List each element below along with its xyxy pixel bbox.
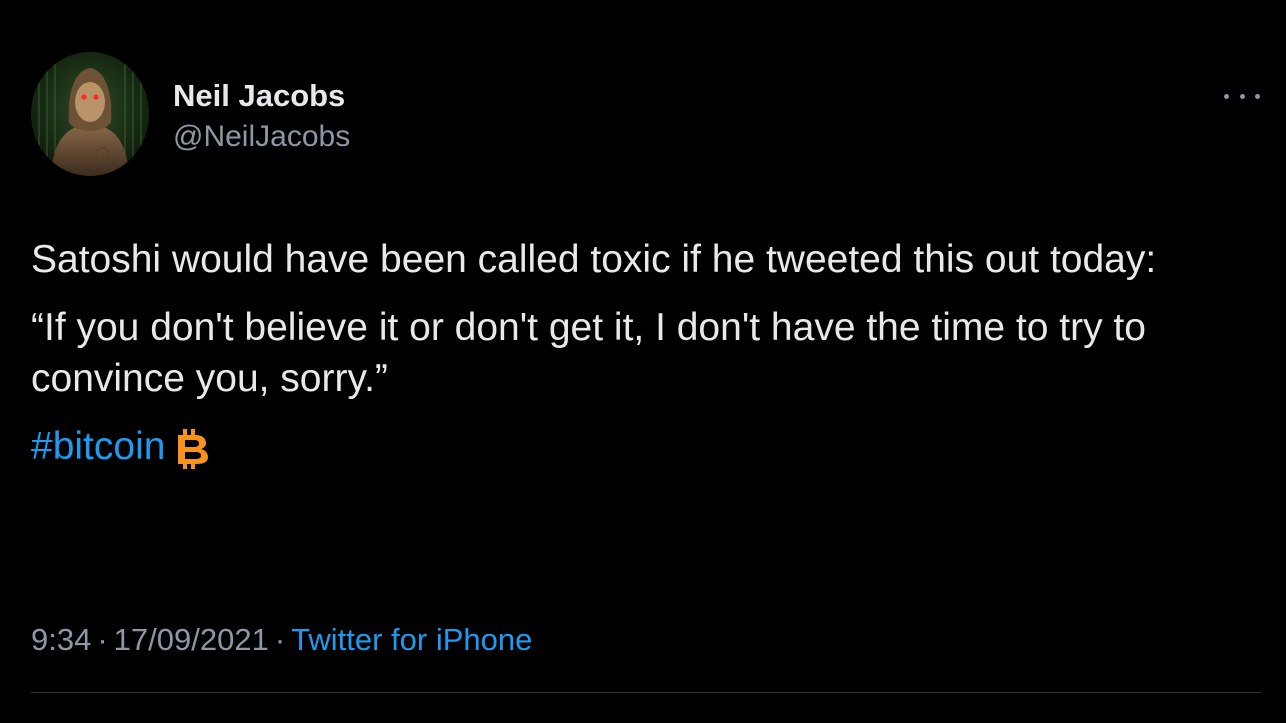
more-dot xyxy=(1224,93,1229,99)
user-handle[interactable]: @NeilJacobs xyxy=(173,120,350,154)
bitcoin-icon xyxy=(175,427,209,471)
more-dot xyxy=(1255,93,1260,99)
hashtag-link[interactable]: #bitcoin xyxy=(31,421,165,472)
tweet-metadata: 9:34 · 17/09/2021 · Twitter for iPhone xyxy=(31,622,532,658)
meta-separator: · xyxy=(97,622,108,657)
tweet-container: Neil Jacobs @NeilJacobs Satoshi would ha… xyxy=(0,0,1286,723)
more-options-icon[interactable] xyxy=(1224,84,1260,108)
tweet-date[interactable]: 17/09/2021 xyxy=(114,622,269,657)
avatar[interactable] xyxy=(31,52,149,176)
divider xyxy=(31,692,1261,693)
display-name[interactable]: Neil Jacobs xyxy=(173,78,345,114)
tweet-paragraph-1: Satoshi would have been called toxic if … xyxy=(31,238,1157,281)
hooded-figure-avatar-icon xyxy=(31,52,149,176)
hashtag-line: #bitcoin xyxy=(31,421,1266,472)
tweet-body: Satoshi would have been called toxic if … xyxy=(31,234,1266,472)
tweet-quote: “If you don't believe it or don't get it… xyxy=(31,306,1146,400)
tweet-time[interactable]: 9:34 xyxy=(31,622,91,657)
meta-separator: · xyxy=(274,622,286,657)
more-dot xyxy=(1239,93,1245,99)
tweet-source-link[interactable]: Twitter for iPhone xyxy=(291,622,532,657)
